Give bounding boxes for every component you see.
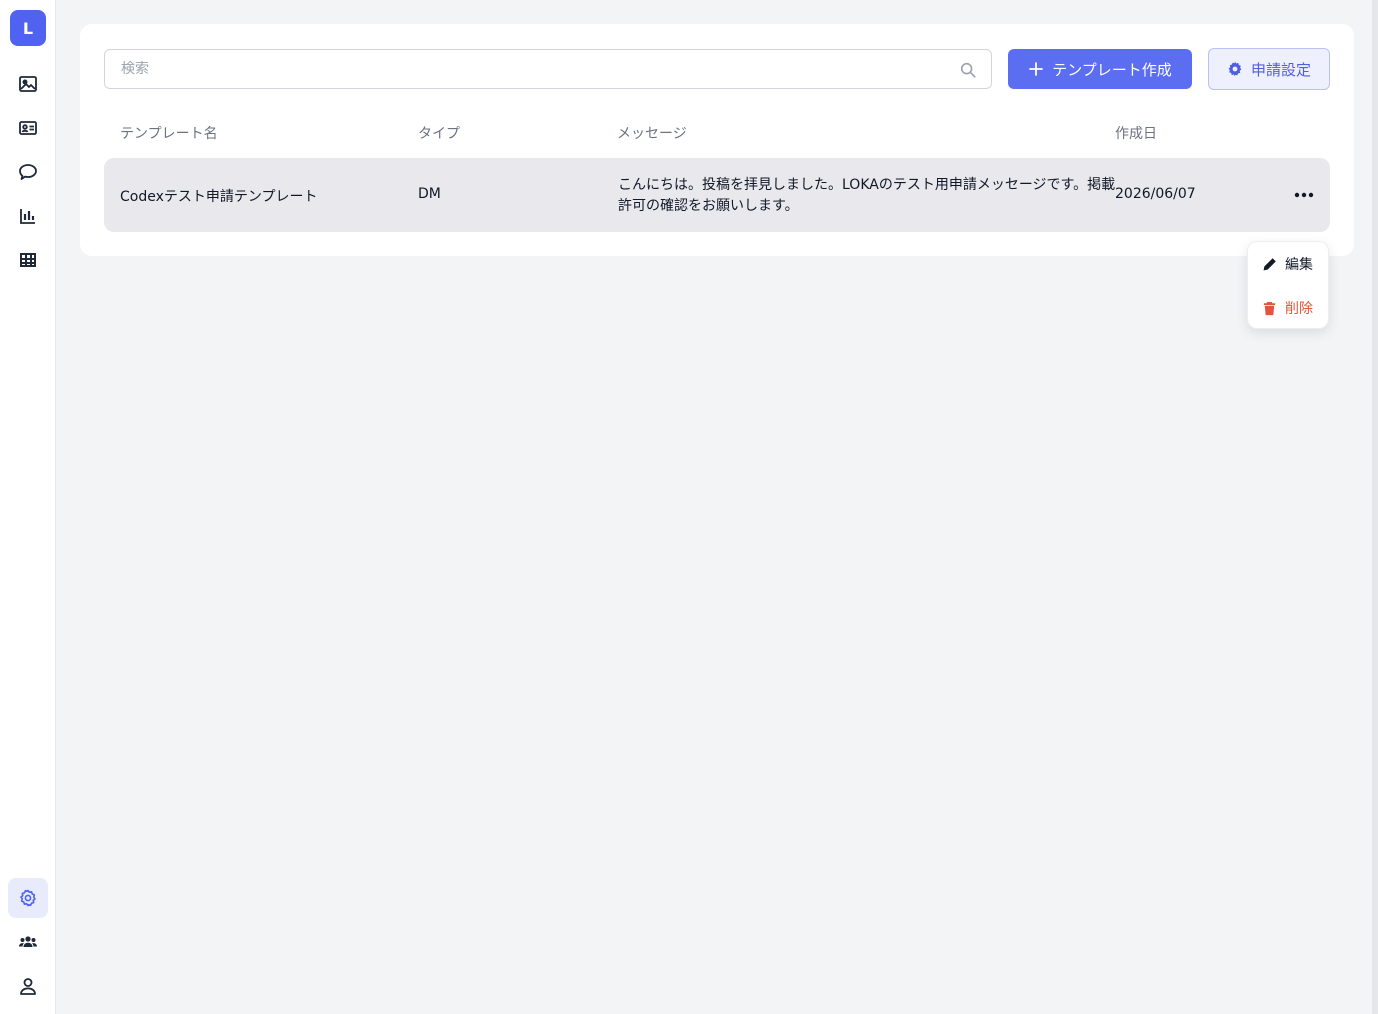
column-header-message[interactable]: メッセージ (617, 123, 687, 143)
app-logo[interactable]: L (10, 10, 46, 46)
template-name-cell: Codexテスト申請テンプレート (120, 189, 318, 205)
nav-images[interactable] (8, 64, 48, 104)
nav-settings[interactable] (8, 878, 48, 918)
table-row[interactable]: Codexテスト申請テンプレート DM こんにちは。投稿を拝見しました。LOKA… (104, 158, 1330, 232)
request-settings-label: 申請設定 (1250, 60, 1311, 79)
image-icon (19, 76, 37, 92)
nav-profile[interactable] (8, 966, 48, 1006)
templates-card: テンプレート作成 申請設定 テンプレート名 タイプ メッセージ 作成日 Code… (80, 24, 1354, 256)
trash-icon (1263, 301, 1276, 315)
users-icon (19, 936, 37, 947)
page-scrollbar[interactable] (1372, 0, 1378, 1014)
sidebar: L (0, 0, 56, 1014)
column-header-type[interactable]: タイプ (418, 123, 460, 143)
edit-menu-item[interactable]: 編集 (1262, 252, 1313, 276)
template-message-cell: こんにちは。投稿を拝見しました。LOKAのテスト用申請メッセージです。掲載許可の… (618, 177, 1116, 214)
nav-analytics[interactable] (8, 196, 48, 236)
create-template-label: テンプレート作成 (1052, 60, 1172, 79)
delete-menu-item[interactable]: 削除 (1262, 296, 1313, 320)
nav-messages[interactable] (8, 152, 48, 192)
request-settings-button[interactable]: 申請設定 (1208, 48, 1330, 90)
bar-chart-icon (20, 209, 35, 224)
more-horizontal-icon (1294, 192, 1314, 198)
id-card-icon (19, 121, 37, 135)
template-type-cell: DM (418, 186, 441, 202)
column-header-name[interactable]: テンプレート名 (120, 123, 218, 143)
search-icon[interactable] (959, 61, 977, 79)
pencil-icon (1263, 257, 1276, 270)
delete-label: 削除 (1285, 301, 1313, 317)
column-header-date[interactable]: 作成日 (1115, 123, 1157, 143)
nav-team[interactable] (8, 922, 48, 962)
table-header: テンプレート名 タイプ メッセージ 作成日 (104, 120, 1330, 144)
table-icon (20, 253, 36, 267)
user-icon (20, 978, 36, 995)
edit-label: 編集 (1285, 257, 1313, 273)
row-action-menu: 編集 削除 (1247, 241, 1329, 329)
nav-table[interactable] (8, 240, 48, 280)
create-template-button[interactable]: テンプレート作成 (1008, 49, 1192, 89)
gear-icon (20, 889, 36, 907)
gear-icon (1228, 61, 1242, 77)
template-date-cell: 2026/06/07 (1115, 186, 1196, 202)
nav-contacts[interactable] (8, 108, 48, 148)
search-box (104, 49, 992, 89)
chat-bubble-icon (19, 164, 37, 180)
plus-icon (1029, 62, 1044, 76)
row-more-button[interactable] (1288, 183, 1320, 207)
search-input[interactable] (105, 50, 991, 88)
